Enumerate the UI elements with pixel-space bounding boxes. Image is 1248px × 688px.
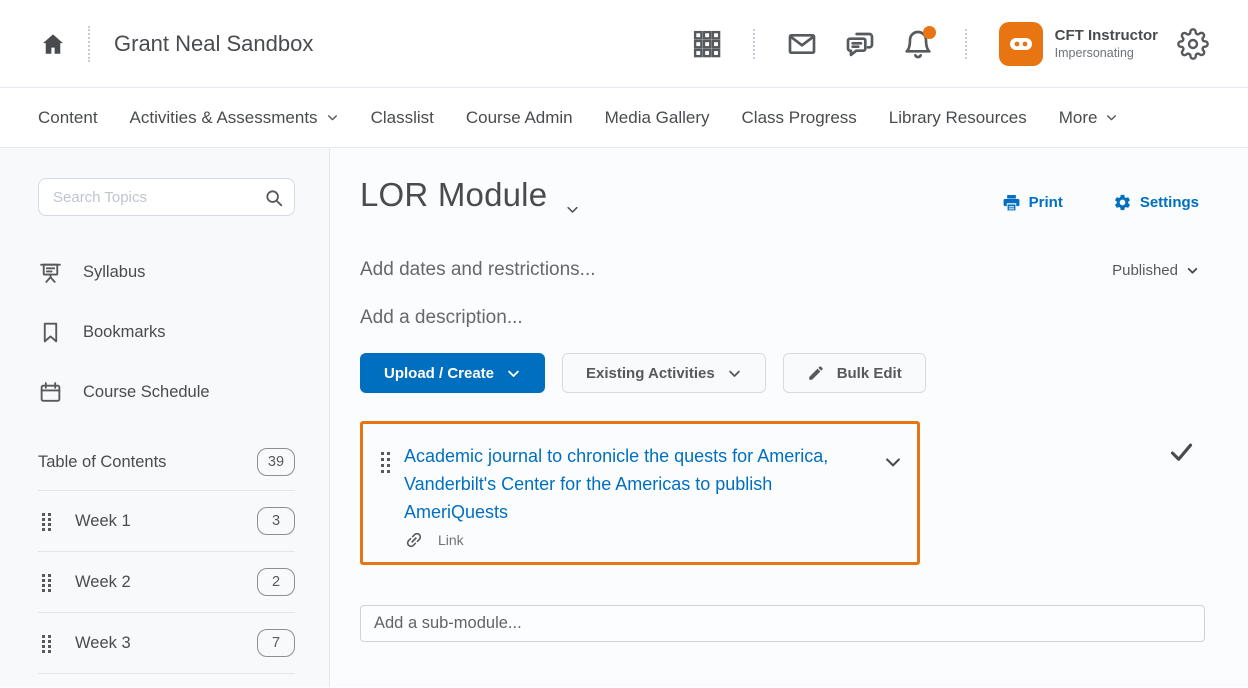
chevron-down-icon [565, 202, 580, 217]
add-description[interactable]: Add a description... [360, 307, 1205, 329]
user-menu-button[interactable]: CFT Instructor Impersonating [999, 22, 1158, 66]
add-submodule-input[interactable] [360, 605, 1205, 642]
home-button[interactable] [36, 27, 70, 61]
user-name: CFT Instructor [1055, 26, 1158, 45]
settings-gear-icon [1113, 193, 1132, 212]
top-header: Grant Neal Sandbox [0, 0, 1248, 88]
nav-content[interactable]: Content [38, 108, 98, 128]
chevron-down-icon [326, 111, 339, 124]
admin-gear-button[interactable] [1173, 24, 1213, 64]
chevron-down-icon [506, 366, 521, 381]
sidebar-module-week-1: Week 1 3 [38, 491, 295, 551]
app-switcher-button[interactable] [688, 25, 726, 63]
chevron-down-icon [883, 452, 903, 472]
module-title-dropdown[interactable] [561, 198, 584, 221]
header-divider [753, 29, 755, 59]
toc-label: Table of Contents [38, 453, 166, 472]
header-divider [965, 29, 967, 59]
sidebar-item-label: Course Schedule [83, 383, 210, 402]
item-actions-dropdown[interactable] [881, 450, 905, 474]
notifications-button[interactable] [898, 24, 938, 64]
module-content-area: LOR Module [330, 148, 1248, 687]
sidebar-module-week-3: Week 3 7 [38, 613, 295, 673]
search-icon [263, 187, 285, 209]
toc-count-badge: 39 [257, 448, 295, 476]
nav-more[interactable]: More [1059, 108, 1119, 128]
existing-activities-button[interactable]: Existing Activities [562, 353, 766, 393]
drag-handle-icon[interactable] [377, 449, 394, 476]
upload-create-button[interactable]: Upload / Create [360, 353, 545, 393]
header-divider [88, 26, 90, 62]
module-count-badge: 2 [257, 568, 295, 596]
sidebar-module-week-2: Week 2 2 [38, 552, 295, 612]
module-link[interactable]: Week 1 [75, 512, 131, 531]
user-status: Impersonating [1055, 45, 1158, 61]
waffle-grid-icon [692, 29, 722, 59]
sidebar-item-table-of-contents[interactable]: Table of Contents 39 [38, 434, 295, 490]
nav-classlist[interactable]: Classlist [371, 108, 434, 128]
module-count-badge: 3 [257, 507, 295, 535]
print-label: Print [1029, 194, 1063, 211]
chevron-down-icon [1105, 111, 1118, 124]
messages-button[interactable] [782, 24, 822, 64]
module-link[interactable]: Week 3 [75, 634, 131, 653]
content-item-row: Academic journal to chronicle the quests… [360, 421, 1205, 565]
add-dates-restrictions[interactable]: Add dates and restrictions... [360, 259, 596, 281]
item-type-label: Link [438, 532, 464, 548]
avatar [999, 22, 1043, 66]
nav-media-gallery[interactable]: Media Gallery [605, 108, 710, 128]
existing-activities-label: Existing Activities [586, 365, 715, 382]
calendar-icon [38, 380, 63, 405]
sidebar-item-course-schedule[interactable]: Course Schedule [38, 362, 295, 422]
sidebar-item-label: Bookmarks [83, 323, 166, 342]
drag-handle-icon[interactable] [38, 510, 55, 533]
completion-checkmark-icon [1168, 439, 1195, 466]
content-sidebar: Syllabus Bookmarks Course Schedule [0, 148, 330, 687]
chat-bubbles-icon [844, 28, 876, 60]
search-button[interactable] [259, 183, 289, 213]
notification-dot [923, 26, 936, 39]
publish-status-dropdown[interactable]: Published [1106, 261, 1205, 280]
course-navbar: Content Activities & Assessments Classli… [0, 88, 1248, 148]
bulk-edit-label: Bulk Edit [837, 365, 902, 382]
nav-class-progress[interactable]: Class Progress [742, 108, 857, 128]
upload-create-label: Upload / Create [384, 365, 494, 382]
home-icon [40, 31, 66, 57]
module-count-badge: 7 [257, 629, 295, 657]
pencil-edit-icon [807, 364, 825, 382]
envelope-icon [786, 28, 818, 60]
course-title-link[interactable]: Grant Neal Sandbox [114, 31, 313, 57]
chevron-down-icon [1186, 264, 1199, 277]
search-input[interactable] [38, 178, 295, 216]
sidebar-item-bookmarks[interactable]: Bookmarks [38, 302, 295, 362]
sidebar-divider [38, 673, 295, 674]
drag-handle-icon[interactable] [38, 632, 55, 655]
print-button[interactable]: Print [996, 192, 1069, 213]
bookmark-icon [38, 320, 63, 345]
bulk-edit-button[interactable]: Bulk Edit [783, 353, 926, 393]
sidebar-item-label: Syllabus [83, 263, 145, 282]
page-title: LOR Module [360, 176, 547, 214]
module-link[interactable]: Week 2 [75, 573, 131, 592]
highlighted-content-item: Academic journal to chronicle the quests… [360, 421, 920, 565]
syllabus-easel-icon [38, 260, 63, 285]
nav-library-resources[interactable]: Library Resources [889, 108, 1027, 128]
sidebar-item-syllabus[interactable]: Syllabus [38, 242, 295, 302]
gear-icon [1177, 28, 1209, 60]
settings-label: Settings [1140, 194, 1199, 211]
drag-handle-icon[interactable] [38, 571, 55, 594]
content-item-link[interactable]: Academic journal to chronicle the quests… [404, 446, 828, 522]
settings-button[interactable]: Settings [1107, 192, 1205, 213]
status-label: Published [1112, 262, 1178, 279]
printer-icon [1002, 193, 1021, 212]
nav-course-admin[interactable]: Course Admin [466, 108, 573, 128]
chevron-down-icon [727, 366, 742, 381]
link-chain-icon [404, 530, 424, 550]
chat-button[interactable] [840, 24, 880, 64]
nav-activities-assessments[interactable]: Activities & Assessments [130, 108, 339, 128]
